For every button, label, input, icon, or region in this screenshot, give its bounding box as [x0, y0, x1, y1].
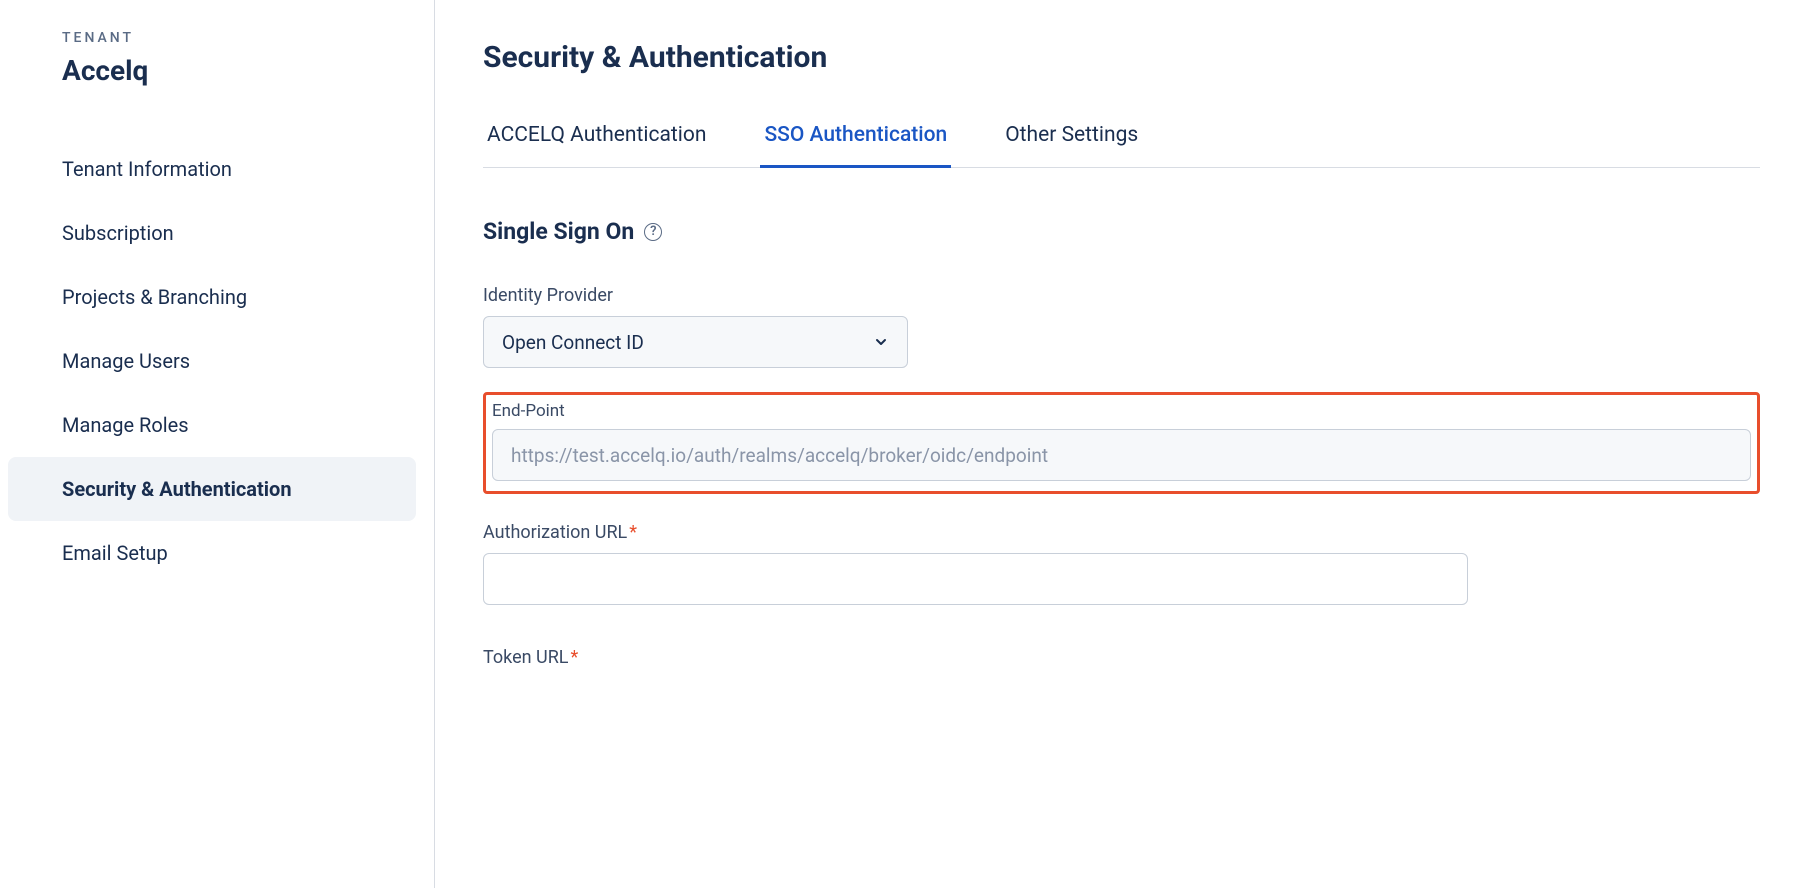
main-content: Security & Authentication ACCELQ Authent…: [435, 0, 1800, 888]
page-title: Security & Authentication: [483, 40, 1760, 75]
authorization-url-input[interactable]: [483, 553, 1468, 605]
token-url-label: Token URL*: [483, 647, 1760, 668]
sidebar-item-manage-roles[interactable]: Manage Roles: [0, 393, 434, 457]
sidebar-item-manage-users[interactable]: Manage Users: [0, 329, 434, 393]
help-icon[interactable]: ?: [644, 223, 662, 241]
section-title: Single Sign On ?: [483, 218, 1760, 245]
tab-other-settings[interactable]: Other Settings: [1001, 123, 1142, 167]
tabs: ACCELQ Authentication SSO Authentication…: [483, 123, 1760, 168]
section-title-text: Single Sign On: [483, 218, 634, 245]
identity-provider-label: Identity Provider: [483, 285, 1760, 306]
endpoint-highlight-box: End-Point https://test.accelq.io/auth/re…: [483, 392, 1760, 494]
identity-provider-group: Identity Provider Open Connect ID: [483, 285, 1760, 368]
sidebar: TENANT Accelq Tenant Information Subscri…: [0, 0, 435, 888]
tenant-label: TENANT: [0, 30, 434, 54]
tenant-name: Accelq: [0, 54, 434, 137]
tab-sso-authentication[interactable]: SSO Authentication: [760, 123, 951, 168]
authorization-url-label: Authorization URL*: [483, 522, 1760, 543]
identity-provider-select[interactable]: Open Connect ID: [483, 316, 908, 368]
token-url-group: Token URL*: [483, 647, 1760, 668]
identity-provider-value: Open Connect ID: [502, 331, 644, 354]
sidebar-item-subscription[interactable]: Subscription: [0, 201, 434, 265]
endpoint-label: End-Point: [492, 401, 1751, 421]
endpoint-value: https://test.accelq.io/auth/realms/accel…: [511, 444, 1048, 467]
required-asterisk: *: [629, 522, 637, 543]
tab-accelq-authentication[interactable]: ACCELQ Authentication: [483, 123, 710, 167]
chevron-down-icon: [873, 334, 889, 350]
sidebar-item-projects-branching[interactable]: Projects & Branching: [0, 265, 434, 329]
sidebar-item-tenant-information[interactable]: Tenant Information: [0, 137, 434, 201]
endpoint-field[interactable]: https://test.accelq.io/auth/realms/accel…: [492, 429, 1751, 481]
authorization-url-group: Authorization URL*: [483, 522, 1760, 635]
required-asterisk: *: [571, 647, 579, 668]
sidebar-item-security-authentication[interactable]: Security & Authentication: [8, 457, 416, 521]
sidebar-item-email-setup[interactable]: Email Setup: [0, 521, 434, 585]
